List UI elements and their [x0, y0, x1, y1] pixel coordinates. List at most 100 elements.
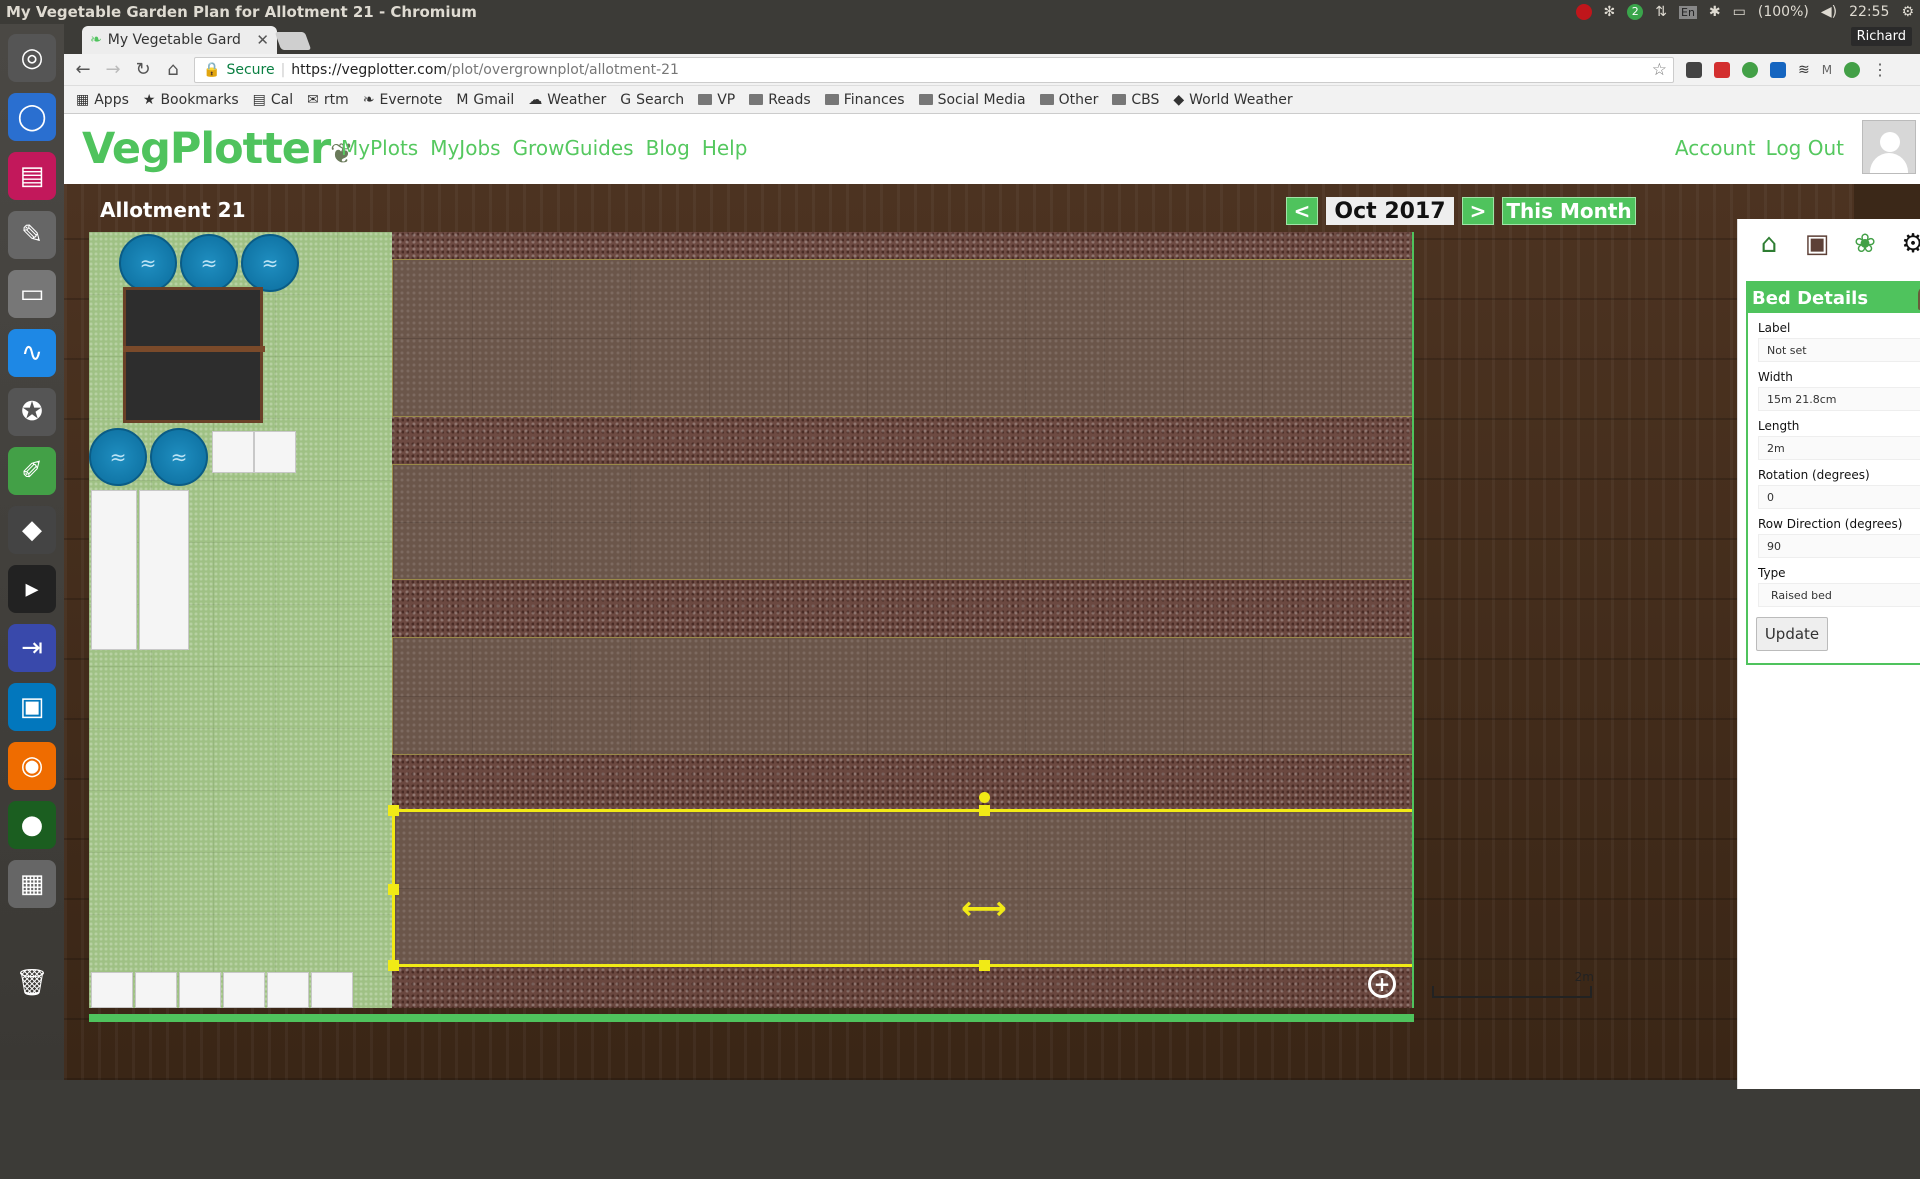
paving-slab[interactable]	[91, 972, 133, 1008]
color-picker-icon[interactable]: ◉	[8, 742, 56, 790]
ubuntu-dash-icon[interactable]: ◎	[8, 34, 56, 82]
resize-handle[interactable]	[388, 960, 399, 971]
shed-icon[interactable]: ⌂	[1752, 227, 1786, 261]
extension-icon[interactable]	[1686, 61, 1702, 78]
resize-handle[interactable]	[388, 884, 399, 895]
bookmark-star-icon[interactable]: ☆	[1652, 60, 1667, 80]
paving-slab[interactable]	[267, 972, 309, 1008]
nav-link-growguides[interactable]: GrowGuides	[513, 136, 634, 160]
trash-icon[interactable]: 🗑	[8, 959, 56, 1007]
raised-bed-selected[interactable]: ⟷	[388, 792, 1414, 971]
notification-badge[interactable]: 2	[1627, 4, 1644, 20]
water-butt[interactable]: ≈	[180, 234, 238, 292]
resize-handle[interactable]	[979, 960, 990, 971]
new-tab-button[interactable]	[274, 32, 312, 50]
gear-tray-icon[interactable]: ✻	[1604, 4, 1616, 20]
terminal-icon[interactable]: ▸	[8, 565, 56, 613]
image-viewer-icon[interactable]: ▣	[8, 683, 56, 731]
type-select[interactable]: Raised bed▼	[1758, 583, 1920, 607]
settings-cog-icon[interactable]: ⚙	[1901, 4, 1914, 20]
paving-slab[interactable]	[139, 490, 189, 650]
resize-handle[interactable]	[388, 805, 399, 816]
bookmark-item[interactable]: Other	[1039, 92, 1098, 108]
browser-tab[interactable]: ❧ My Vegetable Gard ✕	[82, 26, 277, 54]
next-month-button[interactable]: >	[1462, 197, 1494, 225]
settings-icon[interactable]: ⚙	[1896, 227, 1920, 261]
bookmark-item[interactable]: ☁ Weather	[528, 92, 606, 108]
bookmark-item[interactable]: ❧ Evernote	[363, 92, 443, 108]
nav-link-help[interactable]: Help	[702, 136, 748, 160]
clock[interactable]: 22:55	[1849, 4, 1889, 20]
water-butt[interactable]: ≈	[150, 428, 208, 486]
nav-link-myplots[interactable]: MyPlots	[341, 136, 418, 160]
nav-link-blog[interactable]: Blog	[646, 136, 690, 160]
move-arrow-icon[interactable]: ⟷	[961, 889, 1007, 927]
paving-slab[interactable]	[311, 972, 353, 1008]
water-butt[interactable]: ≈	[119, 234, 177, 292]
address-bar[interactable]: 🔒 Secure | https://vegplotter.com/plot/o…	[194, 56, 1674, 83]
nav-link-myjobs[interactable]: MyJobs	[430, 136, 500, 160]
extension-grammar-icon[interactable]	[1844, 61, 1861, 78]
inkscape-icon[interactable]: ◆	[8, 506, 56, 554]
paving-slab[interactable]	[254, 431, 296, 473]
network-icon[interactable]: ⇅	[1655, 4, 1667, 20]
back-icon[interactable]: ←	[74, 59, 92, 80]
zoom-in-icon[interactable]: +	[1368, 970, 1396, 998]
resize-handle[interactable]	[979, 805, 990, 816]
width-input[interactable]: 15m 21.8cm	[1758, 387, 1920, 411]
raised-bed[interactable]	[392, 259, 1414, 417]
grass-area[interactable]: ≈ ≈ ≈ ≈ ≈	[89, 232, 392, 1008]
bookmark-item[interactable]: Reads	[749, 92, 811, 108]
paving-slab[interactable]	[212, 431, 254, 473]
remote-desktop-icon[interactable]: ⇥	[8, 624, 56, 672]
bookmark-item[interactable]: ◆ World Weather	[1173, 92, 1292, 108]
paving-slab[interactable]	[179, 972, 221, 1008]
rotation-input[interactable]: 0	[1758, 485, 1920, 509]
compost-bin[interactable]	[123, 287, 265, 423]
water-butt[interactable]: ≈	[241, 234, 299, 292]
files-icon[interactable]: ▭	[8, 270, 56, 318]
bookmark-item[interactable]: VP	[698, 92, 735, 108]
update-button[interactable]: Update	[1756, 617, 1828, 651]
battery-icon[interactable]: ▭	[1733, 4, 1746, 20]
account-link[interactable]: Account	[1675, 136, 1756, 160]
add-bed-icon[interactable]: ▣	[1800, 227, 1834, 261]
chromium-icon[interactable]: ◯	[8, 93, 56, 141]
home-icon[interactable]: ⌂	[164, 59, 182, 80]
bookmark-item[interactable]: ▦ Apps	[76, 92, 129, 108]
extension-hangouts-icon[interactable]	[1742, 61, 1758, 78]
bookmark-item[interactable]: M Gmail	[456, 92, 514, 108]
prev-month-button[interactable]: <	[1286, 197, 1318, 225]
avatar[interactable]	[1862, 120, 1916, 174]
extension-screen-icon[interactable]	[1770, 61, 1786, 78]
text-editor-icon[interactable]: ✐	[8, 447, 56, 495]
extension-layers-icon[interactable]: ≋	[1798, 62, 1810, 78]
bookmark-item[interactable]: G Search	[620, 92, 684, 108]
add-plant-icon[interactable]: ❀	[1848, 227, 1882, 261]
bookmark-item[interactable]: Finances	[824, 92, 905, 108]
profile-name[interactable]: Richard	[1850, 27, 1912, 46]
paving-slab[interactable]	[223, 972, 265, 1008]
bookmark-item[interactable]: ★ Bookmarks	[143, 92, 239, 108]
logout-link[interactable]: Log Out	[1766, 136, 1844, 160]
bookmark-item[interactable]: Social Media	[918, 92, 1026, 108]
vegplotter-logo[interactable]: VegPlotter❦	[82, 124, 354, 174]
workspace-switcher-icon[interactable]: ▦	[8, 860, 56, 908]
this-month-button[interactable]: This Month	[1502, 197, 1636, 225]
system-monitor-icon[interactable]: ∿	[8, 329, 56, 377]
calendar-app-icon[interactable]: ▤	[8, 152, 56, 200]
plot-canvas[interactable]: ≈ ≈ ≈ ≈ ≈ ⟷ +	[89, 232, 1414, 1008]
battery-percent[interactable]: (100%)	[1758, 4, 1809, 20]
forward-icon[interactable]: →	[104, 59, 122, 80]
record-icon[interactable]	[1575, 4, 1592, 20]
reload-icon[interactable]: ↻	[134, 59, 152, 80]
water-butt[interactable]: ≈	[89, 428, 147, 486]
paving-slab[interactable]	[135, 972, 177, 1008]
bookmark-item[interactable]: ✉ rtm	[307, 92, 349, 108]
extension-mail-icon[interactable]	[1714, 61, 1730, 78]
volume-icon[interactable]: ◀)	[1821, 4, 1837, 20]
rotate-handle[interactable]	[979, 792, 990, 803]
system-tools-icon[interactable]: ✎	[8, 211, 56, 259]
raised-bed[interactable]	[392, 637, 1414, 755]
raised-bed[interactable]	[392, 464, 1414, 580]
